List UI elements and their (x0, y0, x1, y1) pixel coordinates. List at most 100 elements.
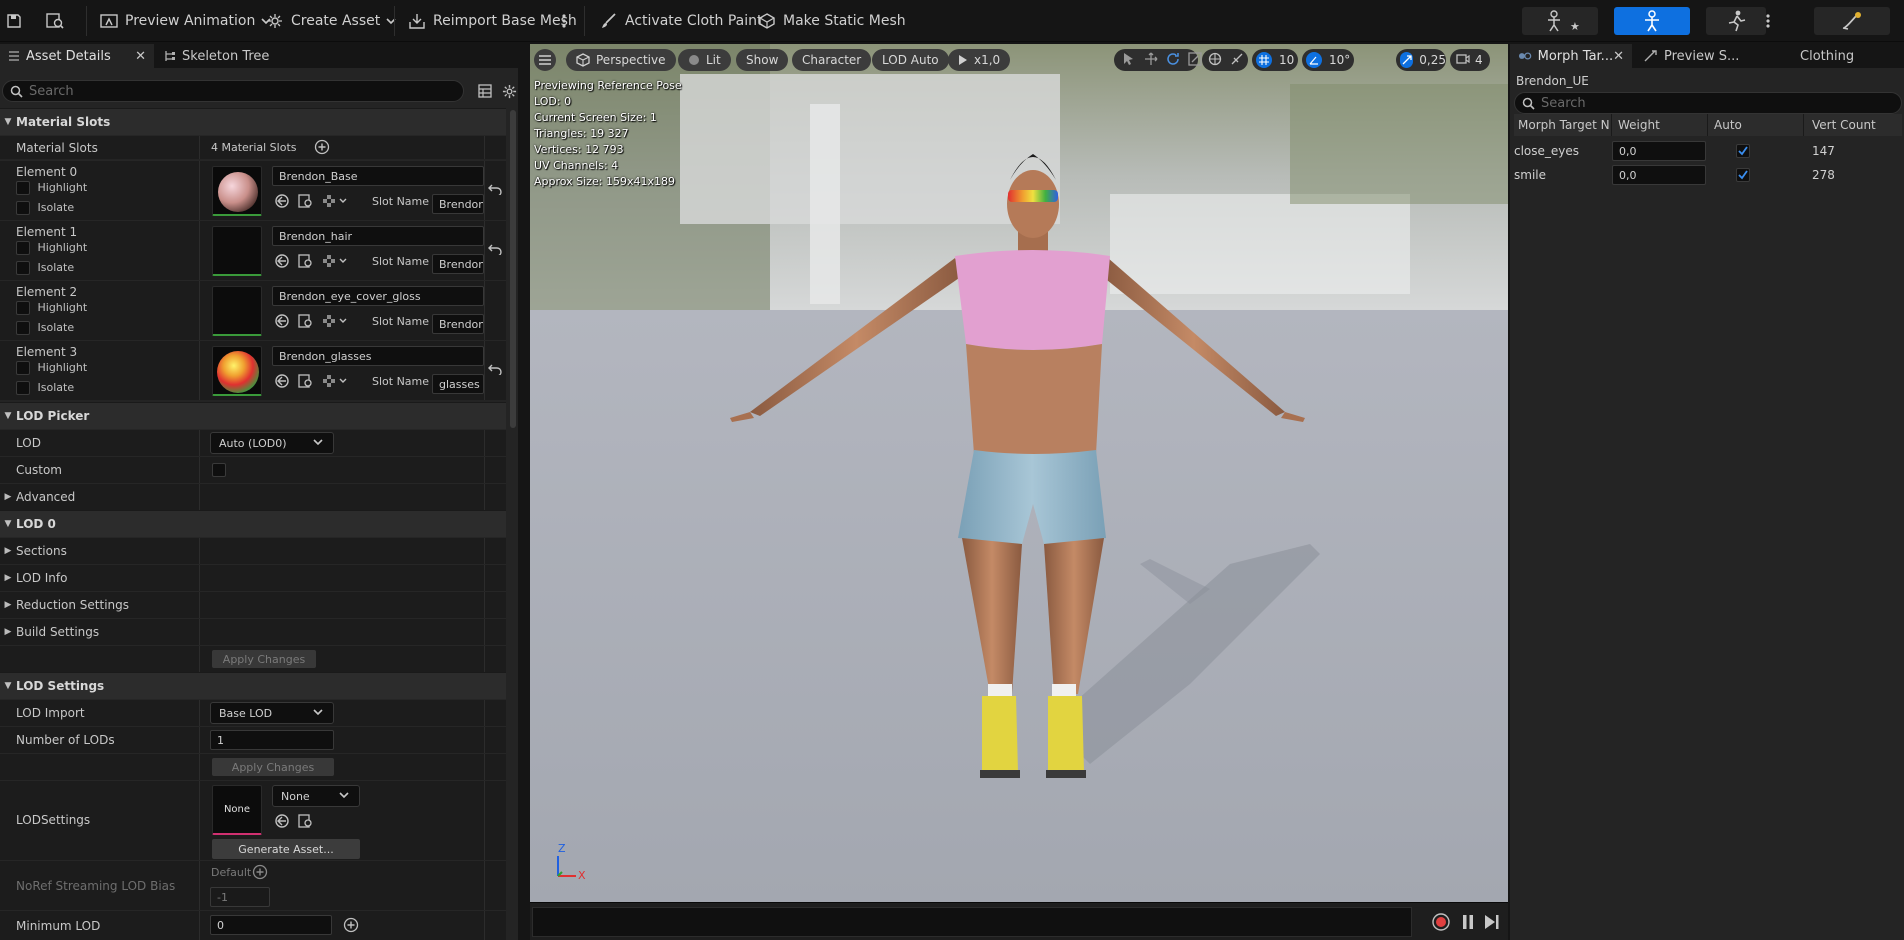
isolate-toggle[interactable]: Isolate (16, 321, 74, 335)
lodsettings-thumbnail[interactable]: None (212, 785, 262, 835)
details-scrollbar[interactable] (510, 110, 516, 428)
highlight-toggle[interactable]: Highlight (16, 361, 87, 375)
reset-to-default-icon[interactable] (488, 363, 502, 378)
reimport-base-mesh-button[interactable]: Reimport Base Mesh (408, 6, 577, 36)
column-header-vert-count[interactable]: Vert Count (1804, 114, 1902, 136)
material-thumbnail[interactable] (212, 286, 262, 336)
build-settings-expander[interactable]: ▶ Build Settings (0, 625, 100, 639)
more-options-icon[interactable] (562, 6, 573, 36)
advanced-expander[interactable]: ▶ Advanced (0, 490, 76, 504)
tab-clothing[interactable]: Clothing (1786, 44, 1896, 68)
sections-expander[interactable]: ▶ Sections (0, 544, 67, 558)
browse-asset-icon[interactable] (46, 6, 71, 36)
isolate-toggle[interactable]: Isolate (16, 201, 74, 215)
texture-options-icon[interactable] (322, 253, 350, 272)
material-name-field[interactable]: Brendon_hair (272, 226, 484, 246)
use-selected-icon[interactable] (274, 253, 290, 272)
reset-to-default-icon[interactable] (488, 243, 502, 258)
perspective-button[interactable]: Perspective (566, 49, 676, 71)
lod-info-expander[interactable]: ▶ LOD Info (0, 571, 68, 585)
lod0-category[interactable]: ▼ LOD 0 (0, 510, 506, 537)
save-icon[interactable] (6, 6, 29, 36)
material-name-field[interactable]: Brendon_eye_cover_gloss (272, 286, 484, 306)
auto-checkbox[interactable] (1736, 168, 1750, 182)
camera-icon[interactable] (1456, 53, 1470, 68)
highlight-checkbox[interactable] (16, 301, 30, 315)
character-button[interactable]: Character (792, 49, 872, 71)
reduction-settings-expander[interactable]: ▶ Reduction Settings (0, 598, 130, 612)
auto-checkbox[interactable] (1736, 144, 1750, 158)
close-tab-icon[interactable]: ✕ (1613, 49, 1624, 64)
noref-value-input[interactable]: -1 (210, 887, 270, 907)
sections-row[interactable]: ▶ Sections (0, 537, 506, 564)
lit-button[interactable]: Lit (678, 49, 731, 71)
world-space-icon[interactable] (1208, 52, 1222, 69)
weight-input[interactable]: 0,0 (1612, 165, 1706, 185)
scale-snap-group[interactable]: 0,25 (1396, 49, 1446, 71)
angle-snap-icon[interactable] (1306, 52, 1322, 68)
material-slots-category[interactable]: ▼ Material Slots (0, 108, 506, 135)
slot-name-field[interactable]: Brendon_ (432, 194, 484, 214)
highlight-toggle[interactable]: Highlight (16, 241, 87, 255)
use-selected-icon[interactable] (274, 813, 290, 832)
use-selected-icon[interactable] (274, 193, 290, 212)
select-tool-icon[interactable] (1122, 52, 1136, 69)
activate-cloth-paint-button[interactable]: Activate Cloth Paint (600, 6, 763, 36)
texture-options-icon[interactable] (322, 193, 350, 212)
tab-skeleton-tree[interactable]: Skeleton Tree (156, 44, 286, 68)
tab-preview-scene[interactable]: Preview S... (1636, 44, 1764, 68)
show-button[interactable]: Show (736, 49, 789, 71)
minimum-lod-input[interactable]: 0 (210, 915, 332, 935)
slot-name-field[interactable]: glasses (432, 374, 484, 394)
pause-icon[interactable] (1462, 914, 1474, 933)
browse-icon[interactable] (298, 253, 314, 272)
generate-asset-button[interactable]: Generate Asset... (212, 839, 360, 859)
preview-animation-button[interactable]: Preview Animation (100, 6, 271, 36)
lod-settings-category[interactable]: ▼ LOD Settings (0, 672, 506, 699)
highlight-checkbox[interactable] (16, 181, 30, 195)
camera-speed-group[interactable]: 4 (1450, 49, 1490, 71)
add-material-slot-icon[interactable] (314, 139, 330, 158)
angle-snap-group[interactable]: 10° (1302, 49, 1354, 71)
reset-to-default-icon[interactable] (488, 183, 502, 198)
highlight-checkbox[interactable] (16, 361, 30, 375)
lod-picker-category[interactable]: ▼ LOD Picker (0, 402, 506, 429)
mode-options-icon[interactable] (1766, 6, 1777, 36)
table-row[interactable]: smile 0,0 278 (1514, 164, 1902, 186)
isolate-toggle[interactable]: Isolate (16, 381, 74, 395)
isolate-toggle[interactable]: Isolate (16, 261, 74, 275)
texture-options-icon[interactable] (322, 373, 350, 392)
mesh-mode-button[interactable] (1614, 7, 1690, 35)
apply-changes-button[interactable]: Apply Changes (212, 758, 334, 776)
lodsettings-dropdown[interactable]: None (272, 785, 360, 807)
material-thumbnail[interactable] (212, 166, 262, 216)
step-forward-icon[interactable] (1484, 914, 1500, 933)
apply-changes-button[interactable]: Apply Changes (212, 650, 316, 668)
isolate-checkbox[interactable] (16, 201, 30, 215)
highlight-toggle[interactable]: Highlight (16, 181, 87, 195)
browse-icon[interactable] (298, 373, 314, 392)
viewport-menu-button[interactable] (534, 49, 556, 71)
skeleton-mode-button[interactable]: ★ (1522, 7, 1598, 35)
scale-snap-icon[interactable] (1400, 52, 1414, 68)
create-asset-button[interactable]: Create Asset (266, 6, 396, 36)
column-header-morph-target[interactable]: Morph Target N (1514, 114, 1612, 136)
translate-tool-icon[interactable] (1144, 52, 1158, 69)
morph-search-input[interactable]: Search (1514, 92, 1902, 114)
isolate-checkbox[interactable] (16, 321, 30, 335)
browse-icon[interactable] (298, 813, 314, 832)
grid-snap-group[interactable]: 10 (1252, 49, 1298, 71)
build-settings-row[interactable]: ▶ Build Settings (0, 618, 506, 645)
slot-name-field[interactable]: Brendon_ (432, 254, 484, 274)
weight-input[interactable]: 0,0 (1612, 141, 1706, 161)
highlight-checkbox[interactable] (16, 241, 30, 255)
tab-morph-targets[interactable]: Morph Tar... ✕ (1510, 44, 1632, 68)
settings-gear-icon[interactable] (500, 82, 518, 100)
physics-mode-button[interactable] (1814, 7, 1890, 35)
use-selected-icon[interactable] (274, 313, 290, 332)
slot-name-field[interactable]: Brendon_ (432, 314, 484, 334)
timeline-track[interactable] (532, 907, 1412, 937)
record-icon[interactable] (1432, 913, 1450, 934)
lod-info-row[interactable]: ▶ LOD Info (0, 564, 506, 591)
details-search-input[interactable]: Search (2, 80, 464, 102)
